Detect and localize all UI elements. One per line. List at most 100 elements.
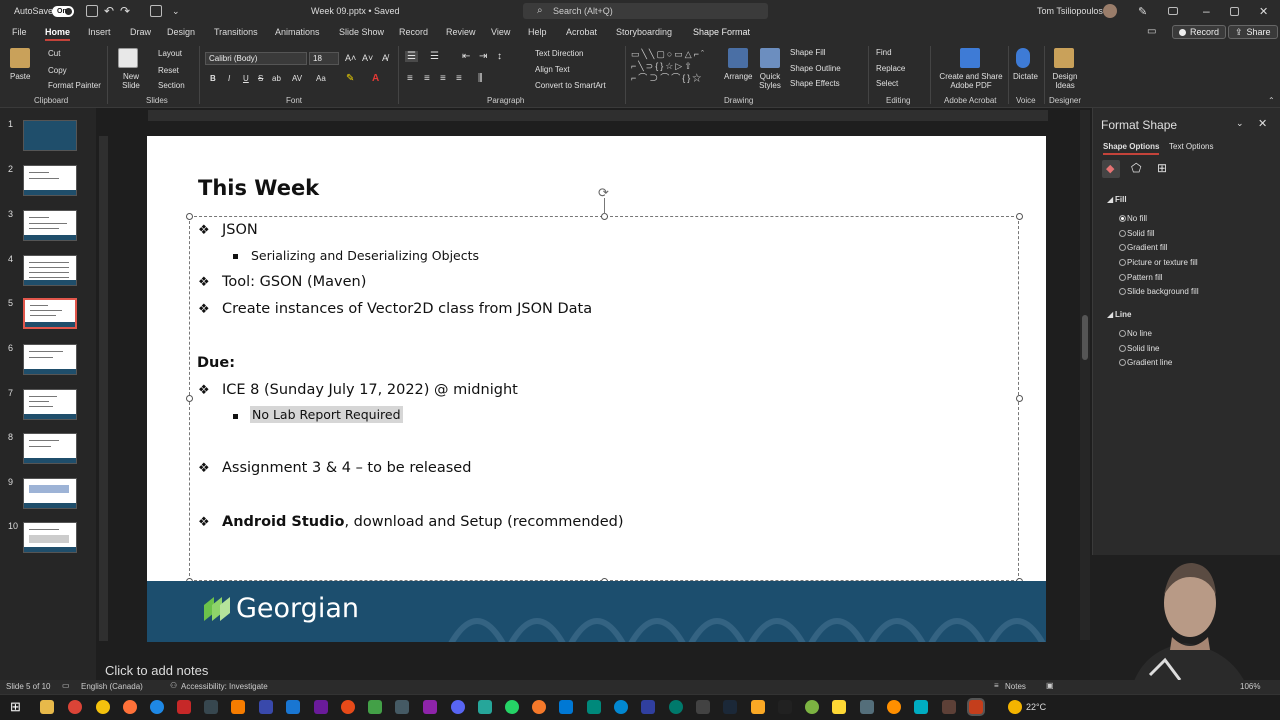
save-icon[interactable]	[86, 0, 98, 22]
unity-icon[interactable]	[395, 700, 409, 714]
slide-title[interactable]: This Week	[198, 176, 319, 200]
redo-icon[interactable]: ↷	[120, 0, 130, 22]
justify-icon[interactable]: ≡	[456, 73, 462, 84]
reset-button[interactable]: Reset	[158, 66, 179, 75]
user-name[interactable]: Tom Tsiliopoulos	[1037, 0, 1103, 22]
tab-slide-show[interactable]: Slide Show	[339, 22, 384, 42]
app-icon[interactable]	[587, 700, 601, 714]
ribbon-display-icon[interactable]	[1168, 0, 1178, 22]
shape-effects-button[interactable]: Shape Effects	[790, 79, 840, 88]
clear-format-icon[interactable]: A̸	[382, 53, 388, 63]
app-icon[interactable]	[259, 700, 273, 714]
fill-option-label[interactable]: No fill	[1127, 214, 1147, 223]
chrome-canary-icon[interactable]	[96, 700, 110, 714]
line-option-label[interactable]: Solid line	[1127, 344, 1159, 353]
powerpoint-icon[interactable]	[969, 700, 983, 714]
text-box-selection[interactable]	[189, 216, 1019, 581]
fill-section-header[interactable]: Fill	[1115, 195, 1127, 204]
new-slide-button[interactable]: New Slide	[118, 72, 144, 90]
app-icon[interactable]	[942, 700, 956, 714]
pen-icon[interactable]: ✎	[1138, 0, 1147, 22]
tab-design[interactable]: Design	[167, 22, 195, 42]
notes-toggle[interactable]: Notes	[1005, 682, 1026, 691]
quick-styles-button[interactable]: Quick Styles	[756, 72, 784, 90]
terminal-icon[interactable]	[204, 700, 218, 714]
spelling-icon[interactable]: ▭	[62, 681, 70, 690]
strikethrough-button[interactable]: S	[258, 74, 263, 83]
copy-button[interactable]: Copy	[48, 66, 67, 75]
tab-transitions[interactable]: Transitions	[214, 22, 258, 42]
radio-solid-line[interactable]	[1119, 345, 1126, 352]
zoom-level[interactable]: 106%	[1240, 682, 1260, 691]
temperature[interactable]: 22°C	[1026, 702, 1046, 712]
tab-draw[interactable]: Draw	[130, 22, 151, 42]
tab-acrobat[interactable]: Acrobat	[566, 22, 597, 42]
line-option-label[interactable]: Gradient line	[1127, 358, 1172, 367]
vscode-icon[interactable]	[286, 700, 300, 714]
outlook-icon[interactable]	[559, 700, 573, 714]
intellij-icon[interactable]	[177, 700, 191, 714]
format-painter-button[interactable]: Format Painter	[48, 81, 101, 90]
slide-thumbnail-8[interactable]	[23, 433, 77, 464]
arrange-icon[interactable]	[728, 48, 748, 68]
design-ideas-icon[interactable]	[1054, 48, 1074, 68]
app-icon[interactable]	[860, 700, 874, 714]
app-icon[interactable]	[669, 700, 683, 714]
dictate-button[interactable]: Dictate	[1013, 72, 1038, 81]
app-icon[interactable]	[914, 700, 928, 714]
microphone-icon[interactable]	[1016, 48, 1030, 68]
radio-picture-fill[interactable]	[1119, 259, 1126, 266]
align-left-icon[interactable]: ≡	[407, 73, 413, 84]
search-input[interactable]: ⌕ Search (Alt+Q)	[523, 3, 768, 19]
resize-handle[interactable]	[186, 213, 193, 220]
vertical-scrollbar[interactable]	[1080, 110, 1090, 640]
replace-button[interactable]: Replace	[876, 64, 905, 73]
radio-background-fill[interactable]	[1119, 288, 1126, 295]
bullets-icon[interactable]: ☰	[405, 51, 418, 62]
whatsapp-icon[interactable]	[505, 700, 519, 714]
line-section-header[interactable]: Line	[1115, 310, 1131, 319]
discord-icon[interactable]	[451, 700, 465, 714]
firefox-icon[interactable]	[123, 700, 137, 714]
slide-thumbnail-9[interactable]	[23, 478, 77, 509]
numbering-icon[interactable]: ☰	[430, 51, 439, 62]
align-text-button[interactable]: Align Text	[535, 65, 570, 74]
decrease-font-icon[interactable]: A˅	[362, 53, 373, 63]
resize-handle[interactable]	[186, 395, 193, 402]
app-icon[interactable]	[231, 700, 245, 714]
indent-increase-icon[interactable]: ⇥	[479, 51, 487, 62]
tab-record[interactable]: Record	[399, 22, 428, 42]
font-size-box[interactable]: 18	[309, 52, 339, 65]
slide-thumbnail-5[interactable]	[23, 298, 77, 329]
app-icon[interactable]	[614, 700, 628, 714]
create-pdf-button[interactable]: Create and Share Adobe PDF	[938, 72, 1004, 90]
slide-thumbnail-1[interactable]	[23, 120, 77, 151]
tab-help[interactable]: Help	[528, 22, 547, 42]
tab-shape-format[interactable]: Shape Format	[693, 22, 750, 42]
slide-thumbnail-10[interactable]	[23, 522, 77, 553]
size-properties-icon[interactable]: ⊞	[1157, 161, 1167, 175]
shadow-button[interactable]: ab	[272, 74, 281, 83]
shapes-gallery[interactable]: ▭╲╲▢○▭△⌐ˆ ⌐╲⊃{}☆▷⇧ ⌐⌒⊃⌒⌒{}☆	[631, 48, 721, 88]
font-name-box[interactable]: Calibri (Body)	[205, 52, 307, 65]
align-center-icon[interactable]: ≡	[424, 73, 430, 84]
chrome-icon[interactable]	[68, 700, 82, 714]
slide-thumbnail-6[interactable]	[23, 344, 77, 375]
section-button[interactable]: Section	[158, 81, 185, 90]
underline-button[interactable]: U	[243, 74, 249, 83]
close-icon[interactable]: ✕	[1259, 0, 1268, 22]
blender-icon[interactable]	[532, 700, 546, 714]
paste-icon[interactable]	[10, 48, 30, 68]
columns-icon[interactable]: ⫼	[478, 73, 483, 84]
increase-font-icon[interactable]: A˄	[345, 53, 356, 63]
expand-line-icon[interactable]: ◢	[1107, 310, 1113, 319]
tab-home[interactable]: Home	[45, 22, 71, 42]
change-case-button[interactable]: Aa	[316, 74, 326, 83]
create-pdf-icon[interactable]	[960, 48, 980, 68]
highlight-icon[interactable]: ✎	[346, 73, 354, 84]
new-slide-icon[interactable]	[118, 48, 138, 68]
avatar[interactable]	[1103, 0, 1117, 22]
comments-icon[interactable]: ▭	[1147, 26, 1156, 37]
pane-options-icon[interactable]: ⌄	[1236, 118, 1244, 129]
undo-icon[interactable]: ↶	[104, 0, 114, 22]
